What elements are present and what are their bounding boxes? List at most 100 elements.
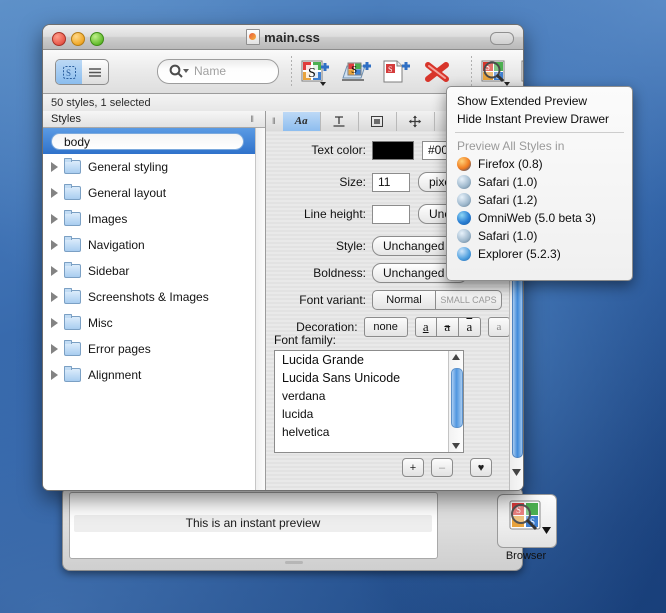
- search-input[interactable]: Name: [157, 59, 279, 84]
- add-font-button[interactable]: +: [402, 458, 424, 477]
- css-document-icon: [246, 29, 261, 45]
- new-group-icon: S: [342, 62, 371, 81]
- font-list-item[interactable]: Lucida Sans Unicode: [275, 369, 463, 387]
- font-family-list[interactable]: Lucida Grande Lucida Sans Unicode verdan…: [274, 350, 464, 453]
- font-variant-small-caps-button[interactable]: SMALL CAPS: [436, 290, 502, 310]
- column-resize-grip[interactable]: ‖: [250, 114, 255, 124]
- drawer-resize-grip[interactable]: [285, 561, 303, 564]
- font-family-label: Font family:: [274, 333, 337, 347]
- font-list-item[interactable]: lucida: [275, 405, 463, 423]
- styles-tree[interactable]: body General styling General layout Imag…: [43, 128, 256, 490]
- view-mode-toggle[interactable]: S: [55, 59, 109, 85]
- size-field[interactable]: 11: [372, 172, 410, 192]
- font-variant-normal-button[interactable]: Normal: [372, 290, 436, 310]
- folder-icon: [64, 314, 81, 330]
- disclosure-triangle-icon[interactable]: [51, 266, 58, 276]
- disclosure-triangle-icon[interactable]: [51, 318, 58, 328]
- style-grid-icon[interactable]: S: [56, 60, 82, 84]
- group-row-navigation[interactable]: Navigation: [43, 232, 256, 258]
- group-row-screenshots-images[interactable]: Screenshots & Images: [43, 284, 256, 310]
- window-titlebar[interactable]: main.css: [43, 25, 523, 50]
- group-row-general-layout[interactable]: General layout: [43, 180, 256, 206]
- menu-section-header: Preview All Styles in: [447, 137, 632, 155]
- menu-item-safari-10[interactable]: Safari (1.0): [447, 173, 632, 191]
- list-view-icon[interactable]: [82, 60, 108, 84]
- menu-item-show-extended-preview[interactable]: Show Extended Preview: [447, 92, 632, 110]
- text-color-swatch[interactable]: [372, 140, 414, 160]
- scroll-down-arrow-icon[interactable]: [452, 443, 460, 449]
- preview-popup-menu[interactable]: Show Extended Preview Hide Instant Previ…: [446, 86, 633, 281]
- tab-text[interactable]: [321, 111, 359, 131]
- new-style-group-button[interactable]: S: [340, 58, 374, 86]
- disclosure-triangle-icon[interactable]: [51, 162, 58, 172]
- line-height-label: Line height:: [303, 207, 366, 221]
- styles-header-label: Styles: [51, 113, 81, 125]
- font-list-item[interactable]: helvetica: [275, 423, 463, 441]
- font-list-scrollbar[interactable]: [448, 351, 463, 452]
- sidebar-scrollbar[interactable]: [255, 128, 265, 490]
- menu-item-firefox[interactable]: Firefox (0.8): [447, 155, 632, 173]
- menu-separator: [455, 132, 624, 133]
- font-list-item[interactable]: Lucida Grande: [275, 351, 463, 369]
- size-label: Size:: [339, 175, 366, 189]
- decoration-blink-button[interactable]: a: [487, 317, 511, 337]
- scroll-up-arrow-icon[interactable]: [452, 354, 460, 360]
- browser-preview-button[interactable]: S S: [497, 494, 557, 548]
- tab-font[interactable]: Aa: [282, 111, 321, 131]
- disclosure-triangle-icon[interactable]: [51, 344, 58, 354]
- style-row-body[interactable]: body: [43, 128, 256, 154]
- svg-text:S: S: [388, 65, 392, 74]
- tab-position[interactable]: [397, 111, 435, 131]
- menu-item-explorer[interactable]: Explorer (5.2.3): [447, 245, 632, 263]
- group-row-sidebar[interactable]: Sidebar: [43, 258, 256, 284]
- group-label: Navigation: [88, 238, 145, 252]
- move-position-icon: [409, 115, 422, 127]
- disclosure-triangle-icon[interactable]: [51, 240, 58, 250]
- disclosure-triangle-icon[interactable]: [51, 292, 58, 302]
- decoration-overline-button[interactable]: a: [458, 317, 481, 337]
- export-button[interactable]: S: [520, 58, 523, 86]
- menu-header-label: Preview All Styles in: [457, 139, 565, 153]
- group-row-misc[interactable]: Misc: [43, 310, 256, 336]
- decoration-underline-button[interactable]: a: [414, 317, 437, 337]
- group-row-alignment[interactable]: Alignment: [43, 362, 256, 388]
- background-image-icon: [371, 115, 384, 127]
- disclosure-triangle-icon[interactable]: [51, 370, 58, 380]
- menu-item-label: Hide Instant Preview Drawer: [457, 112, 610, 126]
- disclosure-triangle-icon[interactable]: [51, 188, 58, 198]
- search-icon: [169, 64, 189, 78]
- font-list-item[interactable]: verdana: [275, 387, 463, 405]
- menu-item-safari-12[interactable]: Safari (1.2): [447, 191, 632, 209]
- safari-icon: [457, 229, 471, 243]
- toolbar-toggle-button[interactable]: [490, 32, 514, 45]
- decoration-strikethrough-button[interactable]: a: [436, 317, 459, 337]
- group-row-images[interactable]: Images: [43, 206, 256, 232]
- new-document-icon: S: [383, 60, 410, 83]
- delete-style-button[interactable]: [420, 58, 454, 86]
- favorite-font-button[interactable]: ♥: [470, 458, 492, 477]
- pane-scroll-down-arrow-icon[interactable]: [512, 469, 521, 476]
- menu-item-safari-10-alt[interactable]: Safari (1.0): [447, 227, 632, 245]
- new-stylesheet-button[interactable]: S: [380, 58, 414, 86]
- folder-icon: [64, 288, 81, 304]
- remove-font-button[interactable]: –: [431, 458, 453, 477]
- font-list-scroll-thumb[interactable]: [451, 368, 463, 428]
- group-label: Alignment: [88, 368, 142, 382]
- style-name-field[interactable]: body: [51, 132, 244, 150]
- menu-item-hide-instant-preview-drawer[interactable]: Hide Instant Preview Drawer: [447, 110, 632, 128]
- line-height-field[interactable]: [372, 204, 410, 224]
- styles-column-header[interactable]: Styles ‖: [43, 111, 265, 128]
- svg-text:S: S: [308, 66, 316, 81]
- decoration-none-button[interactable]: none: [363, 317, 408, 337]
- new-style-button[interactable]: S: [300, 58, 334, 86]
- folder-icon: [64, 210, 81, 226]
- group-row-error-pages[interactable]: Error pages: [43, 336, 256, 362]
- style-label: Style:: [335, 239, 366, 253]
- preview-button[interactable]: S S: [480, 58, 514, 86]
- inspector-grip[interactable]: ‖: [266, 116, 283, 126]
- tab-background[interactable]: [359, 111, 397, 131]
- disclosure-triangle-icon[interactable]: [51, 214, 58, 224]
- group-row-general-styling[interactable]: General styling: [43, 154, 256, 180]
- menu-item-omniweb[interactable]: OmniWeb (5.0 beta 3): [447, 209, 632, 227]
- toolbar-separator-1: [291, 56, 292, 86]
